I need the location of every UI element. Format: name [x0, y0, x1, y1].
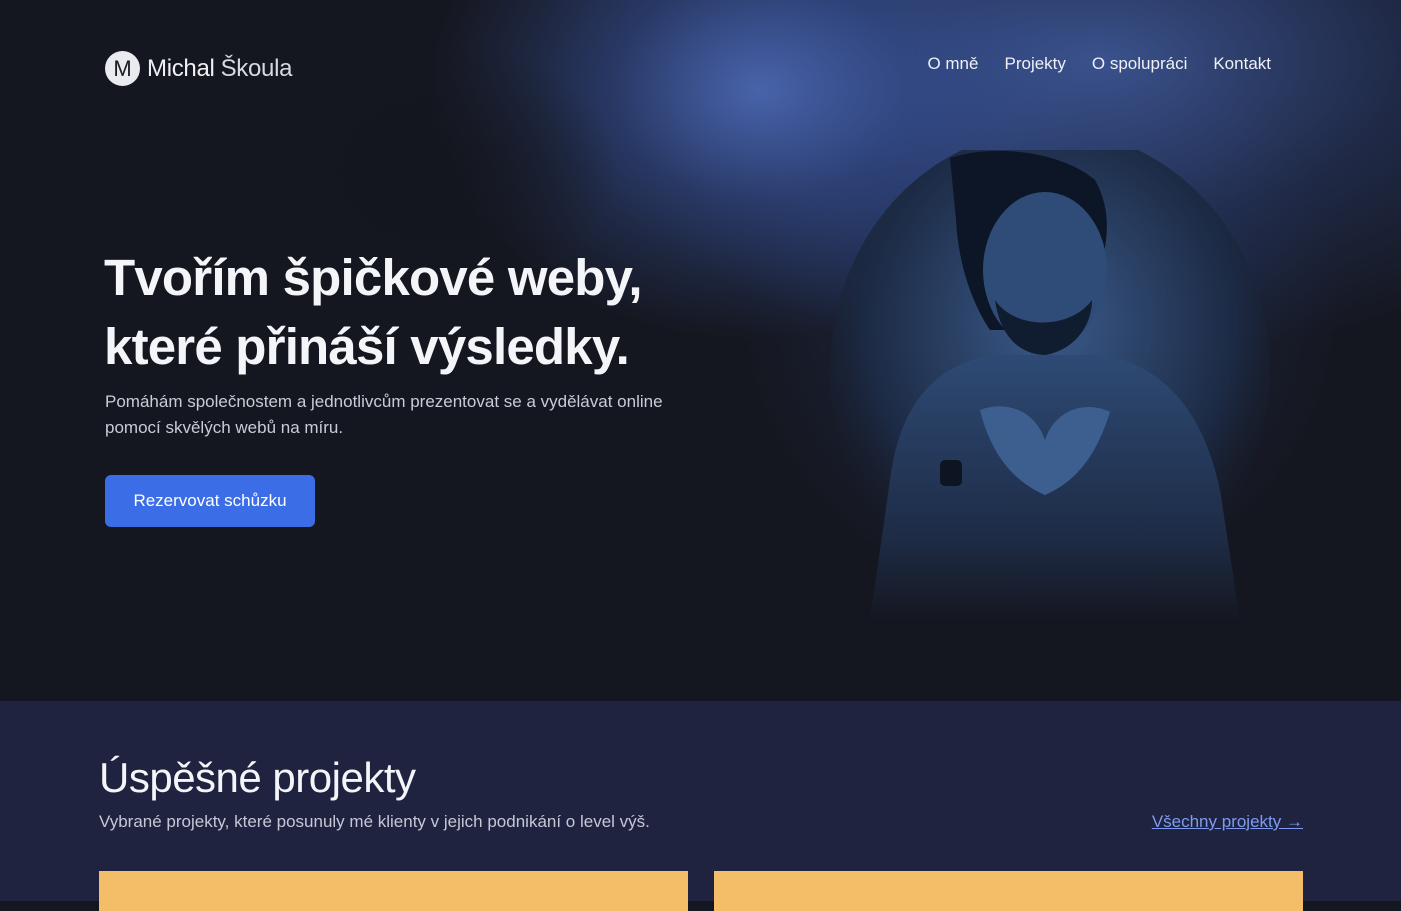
- nav-item-projects[interactable]: Projekty: [1004, 54, 1065, 74]
- logo-text: Michal Škoula: [147, 55, 292, 83]
- hero-section: M Michal Škoula O mně Projekty O spoluprá…: [0, 0, 1401, 701]
- nav-item-cooperation[interactable]: O spolupráci: [1092, 54, 1187, 74]
- headline-line-1: Tvořím špičkové weby,: [104, 249, 643, 306]
- projects-section: Úspěšné projekty Vybrané projekty, které…: [0, 701, 1401, 911]
- project-card[interactable]: [714, 871, 1303, 911]
- logo-first-name: Michal: [147, 54, 215, 82]
- nav-item-contact[interactable]: Kontakt: [1213, 54, 1271, 74]
- hero-subtext: Pomáhám společnostem a jednotlivcům prez…: [105, 392, 663, 437]
- main-nav: O mně Projekty O spolupráci Kontakt: [927, 54, 1271, 74]
- logo-last-name: Škoula: [220, 54, 293, 82]
- logo-mark-icon: M: [105, 51, 140, 86]
- portrait-photo-icon: [830, 150, 1270, 620]
- project-card[interactable]: [99, 871, 688, 911]
- all-projects-link[interactable]: Všechny projekty →: [1152, 812, 1303, 832]
- projects-subtitle: Vybrané projekty, které posunuly mé klie…: [99, 812, 650, 831]
- book-meeting-button[interactable]: Rezervovat schůzku: [105, 475, 315, 527]
- logo[interactable]: M Michal Škoula: [105, 51, 292, 86]
- projects-title: Úspěšné projekty: [99, 754, 416, 801]
- hero-headline: Tvořím špičkové weby, které přináší výsl…: [104, 243, 724, 381]
- headline-line-2: které přináší výsledky.: [104, 318, 630, 375]
- nav-item-about[interactable]: O mně: [927, 54, 978, 74]
